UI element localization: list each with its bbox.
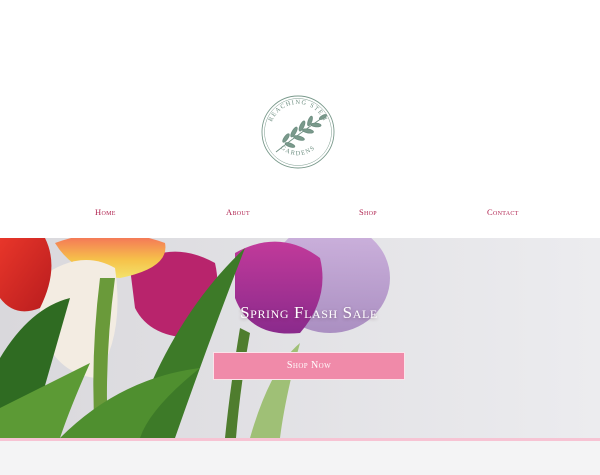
nav-about[interactable]: About bbox=[226, 207, 250, 217]
below-fold-section bbox=[0, 441, 600, 475]
logo-text-bottom: GARDENS bbox=[279, 144, 315, 157]
tulip-hero-image bbox=[0, 238, 600, 438]
site-header: REACHING STEM GARDENS Home About Shop C bbox=[0, 0, 600, 238]
shop-now-button[interactable]: Shop Now bbox=[213, 352, 405, 380]
leaf-branch-icon: REACHING STEM GARDENS bbox=[261, 95, 335, 169]
brand-logo[interactable]: REACHING STEM GARDENS bbox=[256, 90, 340, 174]
nav-shop[interactable]: Shop bbox=[359, 207, 377, 217]
hero-title: Spring Flash Sale bbox=[240, 303, 378, 322]
nav-contact[interactable]: Contact bbox=[487, 207, 519, 217]
svg-text:GARDENS: GARDENS bbox=[279, 144, 317, 157]
nav-home[interactable]: Home bbox=[95, 207, 116, 217]
hero-banner: Spring Flash Sale Shop Now bbox=[0, 238, 600, 438]
main-nav: Home About Shop Contact bbox=[0, 207, 600, 223]
